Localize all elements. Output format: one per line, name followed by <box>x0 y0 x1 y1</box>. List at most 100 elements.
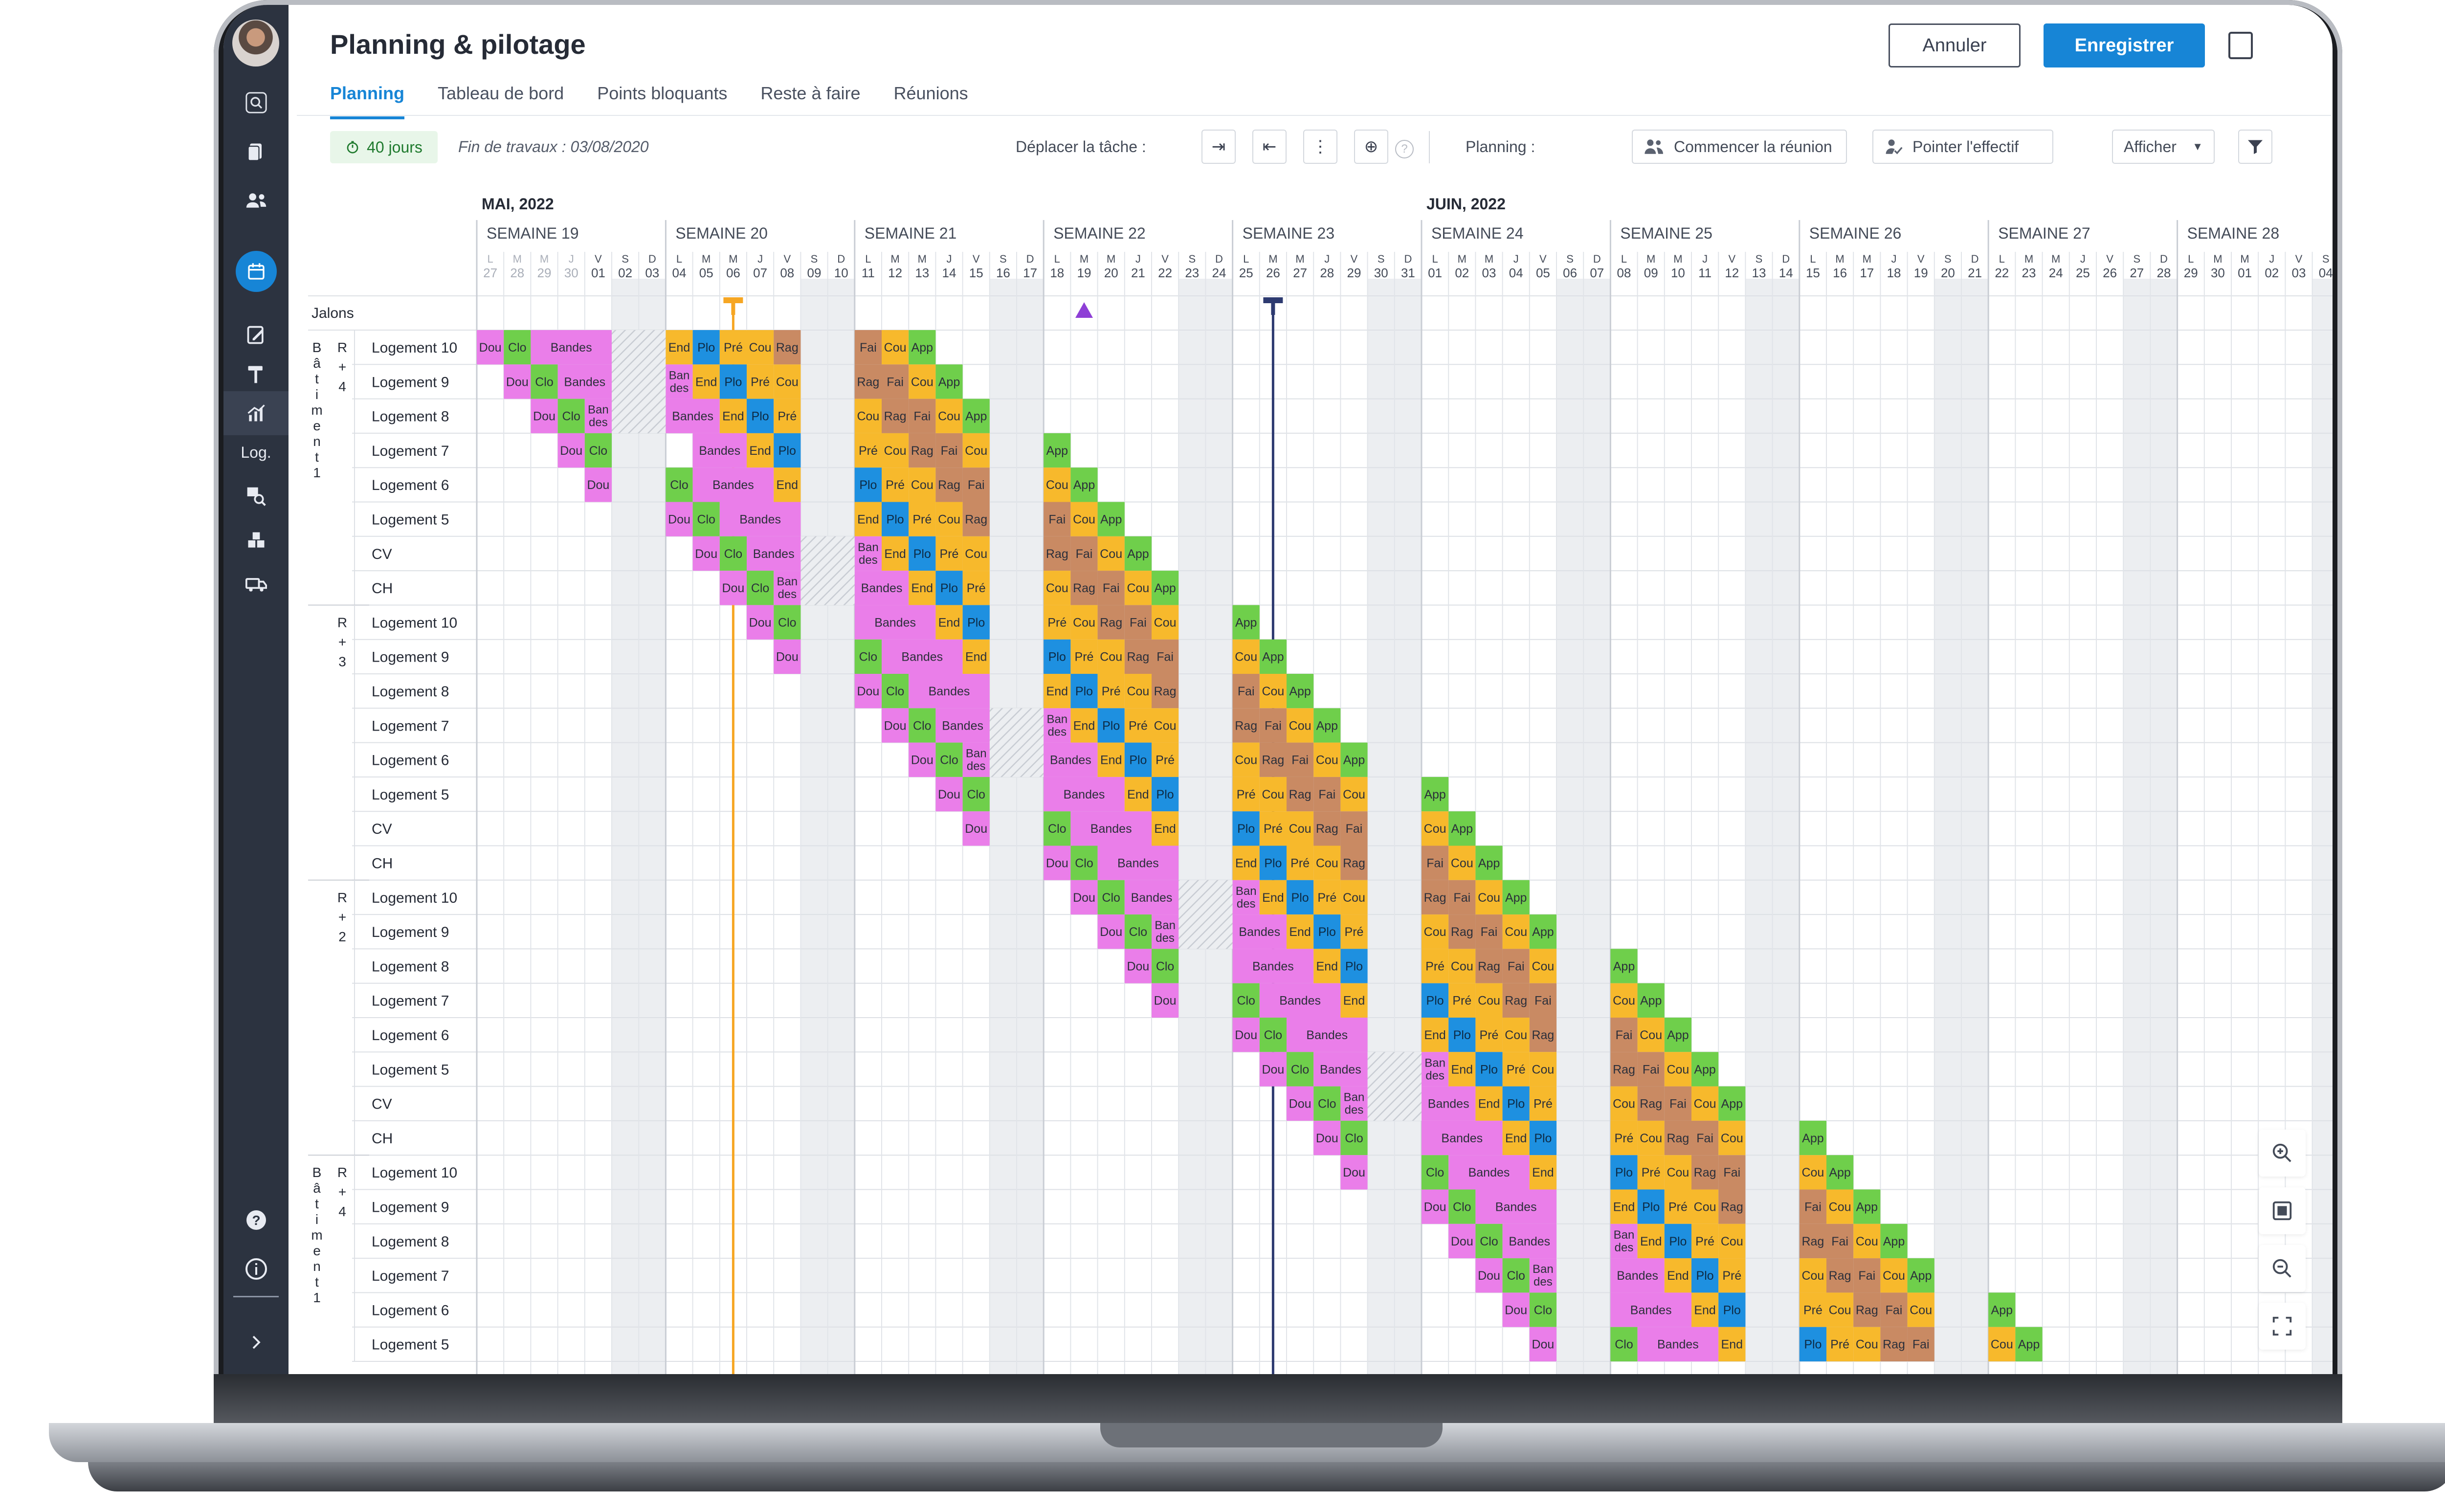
task-label: Plo <box>697 341 715 355</box>
day-number: 21 <box>1968 266 1982 280</box>
day-number: 05 <box>1536 266 1550 280</box>
task-label: Cou <box>1046 478 1068 492</box>
task-label: Cou <box>1424 822 1446 836</box>
task-label: Rag <box>776 341 799 355</box>
task-label: Cou <box>1073 616 1095 629</box>
day-number: 30 <box>1374 266 1388 280</box>
row-label: Logement 8 <box>372 1234 449 1250</box>
task-label: Pré <box>940 547 959 561</box>
day-number: 28 <box>1320 266 1334 280</box>
day-number: 06 <box>1563 266 1577 280</box>
day-letter: J <box>1702 253 1708 265</box>
day-number: 19 <box>1077 266 1091 280</box>
month-label: JUIN, 2022 <box>1426 195 1506 213</box>
blocked-hatch <box>1178 914 1233 949</box>
task-label: Bandes <box>1428 1097 1469 1111</box>
task-label: Fai <box>1831 1235 1848 1248</box>
row-label: CV <box>372 1096 392 1112</box>
task-label: Clo <box>940 754 958 767</box>
building-letter: n <box>313 434 321 449</box>
week-label: SEMAINE 28 <box>2187 224 2280 242</box>
task-label: End <box>1154 822 1176 836</box>
day-number: 24 <box>2049 266 2063 280</box>
week-label: SEMAINE 19 <box>487 224 579 242</box>
task-label: Plo <box>1804 1338 1822 1352</box>
task-label: Cou <box>1505 925 1527 939</box>
task-label: End <box>722 410 744 423</box>
task-label: Fai <box>1048 513 1066 527</box>
row-label: CV <box>372 821 392 837</box>
day-number: 02 <box>618 266 632 280</box>
task-label: Clo <box>670 478 689 492</box>
task-label: Dou <box>749 616 772 629</box>
zoom-out-icon[interactable] <box>2259 1245 2306 1292</box>
task-label: Rag <box>1316 822 1338 836</box>
task-label: Clo <box>1453 1201 1471 1214</box>
building-letter: B <box>312 1165 322 1180</box>
task-label: End <box>668 341 690 355</box>
task-label: Rag <box>1478 959 1500 973</box>
task-label: Pré <box>1129 719 1148 733</box>
task-label: Cou <box>1154 719 1177 733</box>
week-label: SEMAINE 21 <box>865 224 957 242</box>
task-label: Plo <box>1264 857 1282 870</box>
task-label: des <box>670 381 689 395</box>
task-label: Rag <box>1046 547 1068 561</box>
task-label: Dou <box>884 719 907 733</box>
day-letter: M <box>1295 253 1304 265</box>
fit-icon[interactable] <box>2259 1187 2306 1234</box>
blocked-hatch <box>1367 1052 1422 1087</box>
task-label: Fai <box>1696 1132 1713 1145</box>
day-number: 22 <box>1995 266 2009 280</box>
day-letter: D <box>2160 253 2168 265</box>
task-label: Ban <box>1046 712 1067 726</box>
task-label: Plo <box>1534 1132 1552 1145</box>
day-number: 22 <box>1158 266 1172 280</box>
task-label: Clo <box>1075 857 1093 870</box>
task-label: Plo <box>1615 1166 1633 1179</box>
day-letter: M <box>1268 253 1277 265</box>
task-label: Dou <box>668 513 690 527</box>
task-label: Pré <box>886 478 905 492</box>
task-label: Dou <box>722 581 744 595</box>
day-number: 19 <box>1914 266 1928 280</box>
task-label: Rag <box>1721 1201 1743 1214</box>
row-label: Logement 9 <box>372 374 449 390</box>
day-letter: D <box>1971 253 1979 265</box>
building-letter: â <box>313 1180 321 1196</box>
weekend-column <box>2312 279 2333 1374</box>
task-label: App <box>1046 444 1068 458</box>
task-label: Fai <box>1426 857 1444 870</box>
task-label: End <box>1424 1028 1445 1042</box>
task-label: Rag <box>1100 616 1122 629</box>
task-label: Dou <box>1154 994 1177 1008</box>
task-label: Pré <box>1668 1201 1688 1214</box>
task-label: Cou <box>1424 925 1446 939</box>
fullscreen-icon[interactable] <box>2259 1303 2306 1350</box>
task-label: Rag <box>1801 1235 1824 1248</box>
week-label: SEMAINE 26 <box>1809 224 1902 242</box>
task-label: Cou <box>1289 822 1311 836</box>
task-label: End <box>1316 959 1338 973</box>
task-label: Fai <box>1346 822 1363 836</box>
task-label: Dou <box>1289 1097 1311 1111</box>
task-label: End <box>1694 1303 1715 1317</box>
day-number: 27 <box>483 266 497 280</box>
task-label: Rag <box>1667 1132 1689 1145</box>
row-label: CH <box>372 856 393 872</box>
day-letter: V <box>1351 253 1358 265</box>
blocked-hatch <box>800 536 855 571</box>
task-label: Ban <box>1424 1056 1445 1069</box>
task-label: des <box>1425 1069 1445 1082</box>
zoom-in-icon[interactable] <box>2259 1130 2306 1177</box>
task-label: Bandes <box>1252 959 1294 973</box>
task-label: Plo <box>724 375 742 389</box>
task-label: Bandes <box>1509 1235 1550 1248</box>
task-label: Fai <box>1481 925 1498 939</box>
task-label: Rag <box>1451 925 1473 939</box>
task-label: Plo <box>1507 1097 1525 1111</box>
task-label: Bandes <box>564 375 605 389</box>
task-label: Pré <box>1507 1063 1526 1076</box>
task-label: App <box>1235 616 1257 629</box>
task-label: Ban <box>669 369 690 382</box>
